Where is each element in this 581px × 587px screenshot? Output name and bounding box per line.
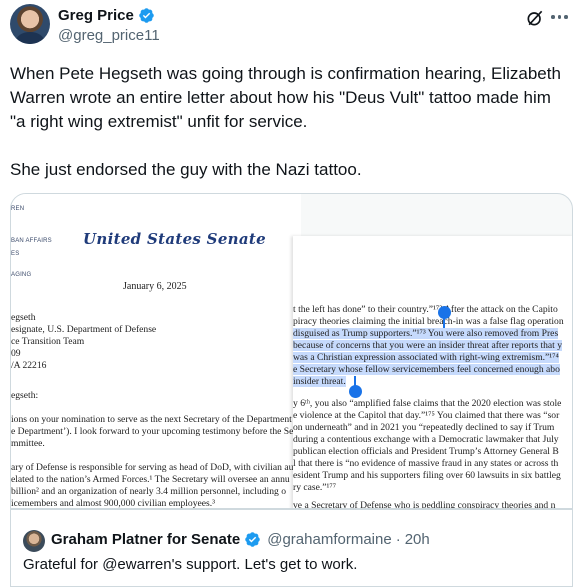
body-line: ary of Defense is responsible for servin… xyxy=(11,462,297,473)
excerpt-line: ve a Secretary of Defense who is peddlin… xyxy=(293,500,556,509)
more-options-icon[interactable] xyxy=(551,12,571,22)
tweet-paragraph-2: She just endorsed the guy with the Nazi … xyxy=(10,160,362,179)
excerpt-line-selected: insider threat. xyxy=(293,376,346,387)
letter-page-right-zoomed: t the left has done” to their country.”¹… xyxy=(293,236,572,509)
author-name-row: Greg Price xyxy=(58,7,155,24)
author-avatar[interactable] xyxy=(10,4,50,44)
body-line: ions on your nomination to serve as the … xyxy=(11,414,292,425)
letter-page-left: REN BAN AFFAIRS ES AGING United States S… xyxy=(11,194,301,509)
quoted-tweet[interactable]: Graham Platner for Senate @grahamformain… xyxy=(10,509,573,587)
letterhead-text: REN xyxy=(11,206,25,212)
excerpt-line-selected: was a Christian expression associated wi… xyxy=(293,352,559,363)
body-line: e Department’). I look forward to your u… xyxy=(11,426,294,437)
quoted-author-avatar xyxy=(23,530,45,552)
excerpt-line: esident Trump and his supporters filing … xyxy=(293,470,561,481)
excerpt-line-selected: disguised as Trump supporters.”¹⁷³ You w… xyxy=(293,328,559,339)
quoted-handle: @grahamformaine xyxy=(267,531,392,548)
quoted-tweet-text: Grateful for @ewarren's support. Let's g… xyxy=(23,556,358,573)
excerpt-line: during a contentious exchange with a Dem… xyxy=(293,434,559,445)
body-line: mmittee. xyxy=(11,438,45,449)
letterhead-text: ES xyxy=(11,251,20,257)
verified-badge-icon xyxy=(245,532,260,547)
tweet-text: When Pete Hegseth was going through is c… xyxy=(10,62,570,182)
excerpt-line: publican election officials and Presiden… xyxy=(293,446,559,457)
quoted-display-name: Graham Platner for Senate xyxy=(51,531,241,548)
senate-letterhead-title: United States Senate xyxy=(83,230,266,248)
letterhead-text: AGING xyxy=(11,272,32,278)
tweet-header: Greg Price @greg_price11 xyxy=(10,4,571,48)
quoted-author-row: Graham Platner for Senate @grahamformain… xyxy=(51,531,430,548)
address-line: esignate, U.S. Department of Defense xyxy=(11,324,157,335)
body-line: elated to the nation’s Armed Forces.¹ Th… xyxy=(11,474,290,485)
quoted-timestamp: 20h xyxy=(404,531,430,548)
tweet-paragraph-1: When Pete Hegseth was going through is c… xyxy=(10,64,561,131)
salutation: egseth: xyxy=(11,390,39,401)
excerpt-line: y 6ᵗʰ, you also “amplified false claims … xyxy=(293,398,562,409)
address-line: ce Transition Team xyxy=(11,336,85,347)
address-line: egseth xyxy=(11,312,36,323)
excerpt-line: ry case.”¹⁷⁷ xyxy=(293,482,337,493)
excerpt-line: t the left has done” to their country.”¹… xyxy=(293,304,558,315)
author-display-name[interactable]: Greg Price xyxy=(58,7,134,24)
grok-icon[interactable] xyxy=(525,8,545,28)
selection-handle-start[interactable] xyxy=(438,306,451,319)
letterhead-text: BAN AFFAIRS xyxy=(11,238,52,244)
body-line: icemembers and almost 900,000 civilian e… xyxy=(11,498,216,509)
selection-handle-end[interactable] xyxy=(349,385,362,398)
excerpt-line: l that there is “no evidence of massive … xyxy=(293,458,559,469)
excerpt-line: e violence at the Capitol that day.”¹⁷⁵ … xyxy=(293,410,560,421)
excerpt-line: on underneath” and in 2021 you “repeated… xyxy=(293,422,555,433)
author-handle[interactable]: @greg_price11 xyxy=(58,27,160,44)
body-line: billion² and an organization of nearly 3… xyxy=(11,486,287,497)
tweet-media-image[interactable]: REN BAN AFFAIRS ES AGING United States S… xyxy=(10,193,573,509)
excerpt-line-selected: because of concerns that you were an ins… xyxy=(293,340,563,351)
excerpt-line-selected: e Secretary whose fellow servicemembers … xyxy=(293,364,560,375)
separator-dot: · xyxy=(395,531,401,548)
address-line: /A 22216 xyxy=(11,360,47,371)
verified-badge-icon xyxy=(139,8,154,23)
excerpt-line: piracy theories claiming the initial bre… xyxy=(293,316,564,327)
address-line: 09 xyxy=(11,348,21,359)
letter-date: January 6, 2025 xyxy=(123,281,187,292)
